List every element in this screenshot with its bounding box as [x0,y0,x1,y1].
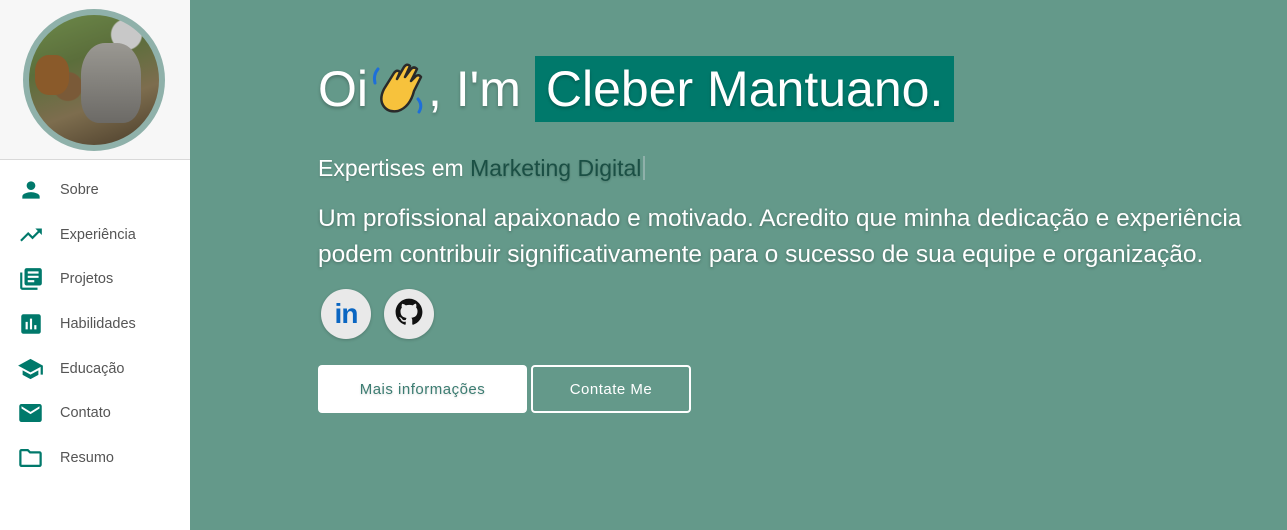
person-name: Cleber Mantuano. [545,61,944,117]
github-icon [395,298,423,330]
greeting-prefix: Oi [318,61,368,117]
linkedin-icon: in [334,298,359,329]
mail-icon [17,400,44,427]
school-icon [17,355,44,382]
sidebar-header [0,0,190,160]
contact-me-button[interactable]: Contate Me [531,365,691,413]
folder-icon [17,444,44,471]
subtitle-prefix: Expertises em [318,155,464,181]
description: Um profissional apaixonado e motivado. A… [318,205,1242,268]
subtitle: Expertises em Marketing Digital [318,155,646,182]
bar-chart-icon [17,311,44,338]
sidebar-item-label: Sobre [60,182,99,199]
sidebar-nav: Sobre Experiência Projetos Habilidades E… [0,160,190,480]
sidebar: Sobre Experiência Projetos Habilidades E… [0,0,190,530]
sidebar-item-educacao[interactable]: Educação [0,346,190,391]
person-icon [17,177,44,204]
typing-caret [643,156,646,180]
sidebar-item-label: Contato [60,405,111,422]
sidebar-item-label: Resumo [60,449,114,466]
linkedin-link[interactable]: in [321,289,371,339]
sidebar-item-label: Educação [60,360,125,377]
social-links: in [321,289,434,339]
greeting-mid: , I'm [428,61,521,117]
library-books-icon [17,266,44,293]
subtitle-accent: Marketing Digital [470,155,642,181]
sidebar-item-label: Habilidades [60,316,136,333]
sidebar-item-label: Projetos [60,271,114,288]
avatar [23,9,165,151]
sidebar-item-projetos[interactable]: Projetos [0,257,190,302]
sidebar-item-resumo[interactable]: Resumo [0,436,190,481]
trending-up-icon [17,221,44,248]
page-title: Oi , I'm Cleber Mantuano. [318,56,955,122]
waving-hand-icon [370,59,426,119]
sidebar-item-label: Experiência [60,226,136,243]
sidebar-item-contato[interactable]: Contato [0,391,190,436]
sidebar-item-habilidades[interactable]: Habilidades [0,302,190,347]
hero-section: Oi , I'm Cleber Mantuano. Expertises em … [190,0,1287,530]
more-info-button[interactable]: Mais informações [318,365,527,413]
sidebar-item-sobre[interactable]: Sobre [0,168,190,213]
name-highlight: Cleber Mantuano. [534,56,955,122]
sidebar-item-experiencia[interactable]: Experiência [0,213,190,258]
github-link[interactable] [384,289,434,339]
